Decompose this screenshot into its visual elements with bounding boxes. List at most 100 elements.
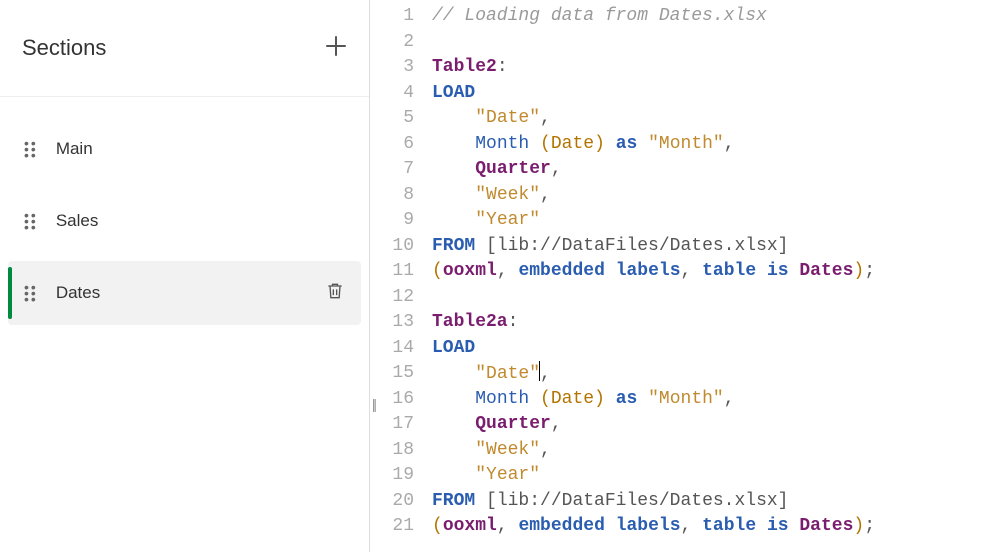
add-section-button[interactable] <box>325 34 347 62</box>
code-token: is <box>767 516 789 536</box>
section-item-label: Dates <box>56 283 307 303</box>
code-line[interactable]: FROM [lib://DataFiles/Dates.xlsx] <box>432 234 987 260</box>
code-line[interactable]: Month (Date) as "Month", <box>432 387 987 413</box>
code-token <box>432 465 475 485</box>
code-line[interactable]: FROM [lib://DataFiles/Dates.xlsx] <box>432 489 987 515</box>
line-number: 9 <box>370 208 414 234</box>
section-item-label: Sales <box>56 211 345 231</box>
script-editor[interactable]: 123456789101112131415161718192021 // Loa… <box>370 0 987 552</box>
code-token <box>432 108 475 128</box>
line-number: 2 <box>370 30 414 56</box>
code-token <box>432 364 475 384</box>
code-token: , <box>540 108 551 128</box>
code-token: : <box>508 312 519 332</box>
code-token: Quarter <box>475 159 551 179</box>
delete-section-button[interactable] <box>325 280 345 307</box>
code-token: [lib://DataFiles/Dates.xlsx] <box>486 491 788 511</box>
code-token <box>529 134 540 154</box>
drag-handle-icon[interactable] <box>24 212 38 230</box>
code-line[interactable]: Quarter, <box>432 157 987 183</box>
code-token: LOAD <box>432 338 475 358</box>
code-line[interactable]: "Week", <box>432 438 987 464</box>
section-item-label: Main <box>56 139 345 159</box>
line-number: 14 <box>370 336 414 362</box>
code-token: , <box>724 389 735 409</box>
code-line[interactable]: (ooxml, embedded labels, table is Dates)… <box>432 259 987 285</box>
section-list: Main Sales Dates <box>0 97 369 353</box>
line-number: 8 <box>370 183 414 209</box>
code-line[interactable]: "Date", <box>432 106 987 132</box>
code-token <box>508 261 519 281</box>
code-token <box>432 159 475 179</box>
code-token: table <box>702 261 756 281</box>
code-token: , <box>681 261 692 281</box>
code-line[interactable]: Quarter, <box>432 412 987 438</box>
code-token: ooxml <box>443 261 497 281</box>
code-token: Date <box>551 389 594 409</box>
line-number: 20 <box>370 489 414 515</box>
code-area[interactable]: // Loading data from Dates.xlsxTable2:LO… <box>426 4 987 552</box>
line-number: 16 <box>370 387 414 413</box>
code-token <box>605 389 616 409</box>
sidebar-title: Sections <box>22 35 106 61</box>
sidebar-resize-handle[interactable]: || <box>372 396 375 412</box>
code-token: , <box>540 185 551 205</box>
code-token <box>691 261 702 281</box>
drag-handle-icon[interactable] <box>24 140 38 158</box>
code-token: Dates <box>799 261 853 281</box>
code-token: , <box>681 516 692 536</box>
code-line[interactable]: (ooxml, embedded labels, table is Dates)… <box>432 514 987 540</box>
line-number: 4 <box>370 81 414 107</box>
code-line[interactable]: "Year" <box>432 208 987 234</box>
section-item-sales[interactable]: Sales <box>8 189 361 253</box>
code-token: // Loading data from Dates.xlsx <box>432 6 767 26</box>
code-token: Dates <box>799 516 853 536</box>
code-line[interactable]: "Date", <box>432 361 987 387</box>
line-number: 11 <box>370 259 414 285</box>
code-token: Table2a <box>432 312 508 332</box>
line-number: 3 <box>370 55 414 81</box>
code-line[interactable] <box>432 285 987 311</box>
line-number: 21 <box>370 514 414 540</box>
code-token: "Year" <box>475 465 540 485</box>
code-token <box>432 440 475 460</box>
code-line[interactable]: LOAD <box>432 81 987 107</box>
line-number: 10 <box>370 234 414 260</box>
code-token: ; <box>864 261 875 281</box>
code-token: , <box>497 516 508 536</box>
code-token <box>432 185 475 205</box>
code-token <box>637 389 648 409</box>
code-line[interactable]: // Loading data from Dates.xlsx <box>432 4 987 30</box>
line-number: 15 <box>370 361 414 387</box>
code-token: Date <box>551 134 594 154</box>
code-token <box>789 261 800 281</box>
code-line[interactable] <box>432 30 987 56</box>
code-token: , <box>551 414 562 434</box>
code-token: embedded <box>518 516 604 536</box>
section-item-dates[interactable]: Dates <box>8 261 361 325</box>
code-line[interactable]: Month (Date) as "Month", <box>432 132 987 158</box>
code-token: ( <box>432 261 443 281</box>
trash-icon <box>325 280 345 302</box>
code-token: labels <box>616 261 681 281</box>
code-line[interactable]: Table2: <box>432 55 987 81</box>
line-number: 5 <box>370 106 414 132</box>
code-line[interactable]: LOAD <box>432 336 987 362</box>
code-line[interactable]: "Week", <box>432 183 987 209</box>
code-token: table <box>702 516 756 536</box>
code-token: embedded <box>518 261 604 281</box>
line-number: 19 <box>370 463 414 489</box>
code-token: ) <box>594 389 605 409</box>
code-line[interactable]: Table2a: <box>432 310 987 336</box>
line-number: 18 <box>370 438 414 464</box>
code-line[interactable]: "Year" <box>432 463 987 489</box>
section-item-main[interactable]: Main <box>8 117 361 181</box>
line-number: 6 <box>370 132 414 158</box>
code-token: Quarter <box>475 414 551 434</box>
code-token: , <box>540 440 551 460</box>
app-root: Sections MainSalesDates || 1234567891011… <box>0 0 987 552</box>
code-token: "Month" <box>648 134 724 154</box>
code-token: as <box>616 134 638 154</box>
drag-handle-icon[interactable] <box>24 284 38 302</box>
code-token: LOAD <box>432 83 475 103</box>
